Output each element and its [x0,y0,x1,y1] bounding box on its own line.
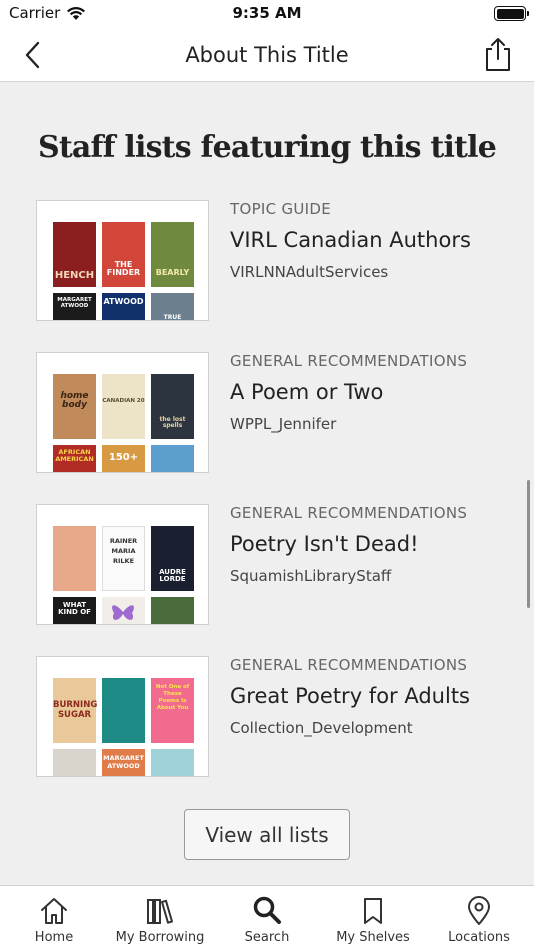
book-cover [53,749,96,776]
list-cover-collage: HENCH THE FINDER BEARLY MARGARET ATWOOD … [36,200,209,321]
book-cover [151,749,194,776]
list-type: TOPIC GUIDE [230,200,332,218]
book-cover: CANADIAN 20 [102,374,145,439]
back-chevron-icon[interactable] [18,39,50,71]
staff-list-item[interactable]: HENCH THE FINDER BEARLY MARGARET ATWOOD … [36,200,506,322]
list-type: GENERAL RECOMMENDATIONS [230,656,468,674]
tab-home[interactable]: Home [30,886,78,950]
share-icon[interactable] [482,37,514,73]
book-cover: HENCH [53,222,96,287]
book-cover: BEARLY [151,222,194,287]
tab-label: My Shelves [336,930,410,945]
tab-search[interactable]: Search [240,886,294,950]
bookmark-icon [364,898,382,924]
book-cover: home body [53,374,96,439]
list-owner: SquamishLibraryStaff [230,567,392,585]
book-cover: the lost spells [151,374,194,439]
list-info: GENERAL RECOMMENDATIONS Poetry Isn't Dea… [230,504,500,585]
butterfly-illustration [112,605,134,620]
battery-icon [494,6,529,21]
list-cover-collage: BURNING SUGAR Not One of These Poems Is … [36,656,209,777]
book-cover: THE FINDER [102,222,145,287]
tab-my-borrowing[interactable]: My Borrowing [112,886,208,950]
status-time: 9:35 AM [232,4,302,22]
staff-list-item[interactable]: RAINER MARIA RILKE AUDRE LORDE WHAT KIND… [36,504,506,626]
book-cover: BURNING SUGAR [53,678,97,743]
tab-locations[interactable]: Locations [446,886,512,950]
list-name: A Poem or Two [230,380,384,404]
location-pin-icon [468,896,490,925]
book-cover: AFRICAN AMERICAN [53,445,96,472]
staff-list-item[interactable]: BURNING SUGAR Not One of These Poems Is … [36,656,506,778]
book-cover: TRUE [151,293,194,320]
tab-label: Home [34,930,74,945]
list-owner: VIRLNNAdultServices [230,263,389,281]
book-cover: MARGARET ATWOOD [53,293,96,320]
book-cover: ATWOOD [102,293,145,320]
book-cover [151,445,194,472]
book-cover [102,678,145,743]
book-cover [151,597,194,624]
book-cover: 150+ [102,445,145,472]
list-info: GENERAL RECOMMENDATIONS A Poem or Two WP… [230,352,500,433]
home-icon [41,898,67,924]
view-all-lists-button[interactable]: View all lists [184,809,350,860]
book-cover: RAINER MARIA RILKE [102,526,145,591]
list-type: GENERAL RECOMMENDATIONS [230,504,468,522]
tab-my-shelves[interactable]: My Shelves [334,886,412,950]
list-cover-collage: RAINER MARIA RILKE AUDRE LORDE WHAT KIND… [36,504,209,625]
tab-label: Locations [448,930,510,945]
tab-label: Search [244,930,290,945]
tab-bar: Home My Borrowing Search My Shelves Loca… [0,885,534,950]
book-cover [53,526,96,591]
book-cover [102,597,145,624]
list-name: Poetry Isn't Dead! [230,532,419,556]
section-title: Staff lists featuring this title [37,130,497,165]
list-cover-collage: home body CANADIAN 20 the lost spells AF… [36,352,209,473]
book-cover: Not One of These Poems Is About You [151,678,194,743]
books-icon [147,899,173,924]
list-info: TOPIC GUIDE VIRL Canadian Authors VIRLNN… [230,200,500,281]
scroll-indicator[interactable] [527,480,530,608]
list-owner: WPPL_Jennifer [230,415,337,433]
list-name: Great Poetry for Adults [230,684,470,708]
content-area[interactable]: Staff lists featuring this title HENCH T… [0,82,534,885]
book-cover: AUDRE LORDE [151,526,194,591]
list-owner: Collection_Development [230,719,413,737]
book-cover: MARGARET ATWOOD [102,749,145,776]
book-cover: WHAT KIND OF [53,597,96,624]
status-bar: Carrier 9:35 AM [0,0,534,28]
list-type: GENERAL RECOMMENDATIONS [230,352,468,370]
list-info: GENERAL RECOMMENDATIONS Great Poetry for… [230,656,500,737]
navigation-bar: About This Title [0,28,534,82]
search-icon [253,896,281,924]
tab-label: My Borrowing [115,930,205,945]
staff-list-item[interactable]: home body CANADIAN 20 the lost spells AF… [36,352,506,474]
page-title: About This Title [185,43,349,67]
list-name: VIRL Canadian Authors [230,228,471,252]
